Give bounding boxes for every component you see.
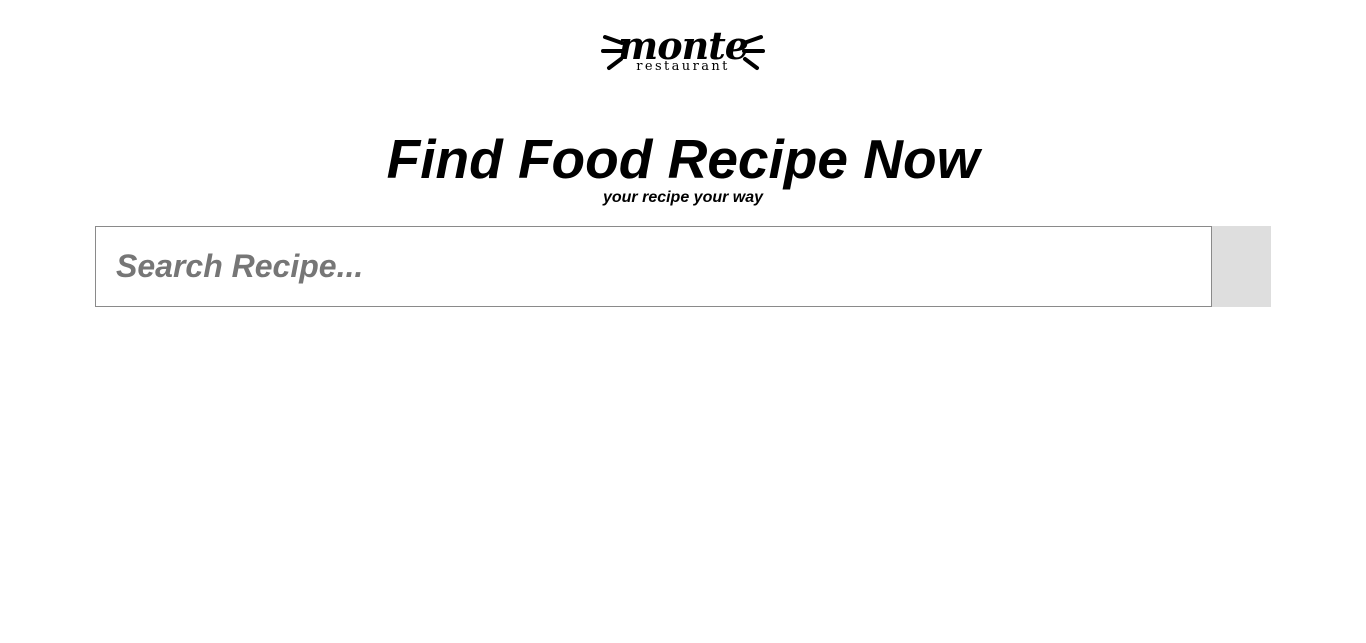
page-subtitle: your recipe your way	[602, 189, 764, 206]
search-bar	[95, 226, 1271, 307]
logo-subtitle: restaurant	[636, 59, 730, 74]
search-input[interactable]	[95, 226, 1212, 307]
page: monte restaurant Find Food Recipe Now yo…	[0, 0, 1366, 643]
page-title: Find Food Recipe Now	[386, 128, 980, 190]
search-button[interactable]	[1212, 226, 1271, 307]
logo[interactable]: monte restaurant	[600, 26, 766, 78]
